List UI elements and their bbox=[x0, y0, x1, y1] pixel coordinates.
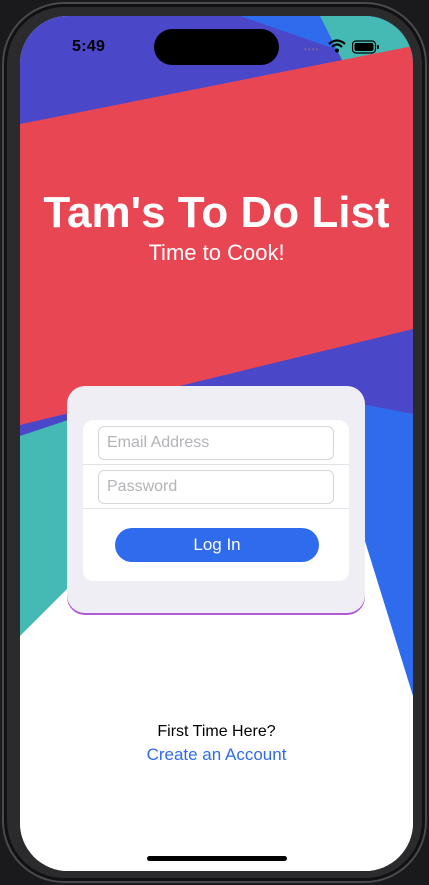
app-title: Tam's To Do List bbox=[43, 188, 390, 237]
form-divider bbox=[83, 464, 349, 465]
create-account-link[interactable]: Create an Account bbox=[20, 745, 413, 765]
app-screen: 5:49 •••• Tam's To Do List Time to Cook! bbox=[20, 16, 413, 871]
email-field[interactable] bbox=[98, 426, 334, 460]
signal-icon: •••• bbox=[304, 45, 320, 54]
battery-icon bbox=[352, 40, 379, 54]
dynamic-island bbox=[154, 29, 279, 65]
status-bar-time: 5:49 bbox=[72, 38, 106, 55]
first-time-prompt: First Time Here? bbox=[157, 723, 276, 740]
log-in-button[interactable]: Log In bbox=[115, 528, 319, 562]
phone-frame: 5:49 •••• Tam's To Do List Time to Cook! bbox=[2, 2, 427, 883]
login-form: Log In bbox=[83, 420, 349, 581]
home-indicator[interactable] bbox=[147, 856, 287, 861]
login-card: Log In bbox=[67, 386, 365, 613]
status-bar-icons: •••• bbox=[304, 39, 384, 56]
form-divider bbox=[83, 508, 349, 509]
wifi-icon bbox=[328, 39, 346, 53]
app-subtitle: Time to Cook! bbox=[148, 240, 285, 265]
password-field[interactable] bbox=[98, 470, 334, 504]
